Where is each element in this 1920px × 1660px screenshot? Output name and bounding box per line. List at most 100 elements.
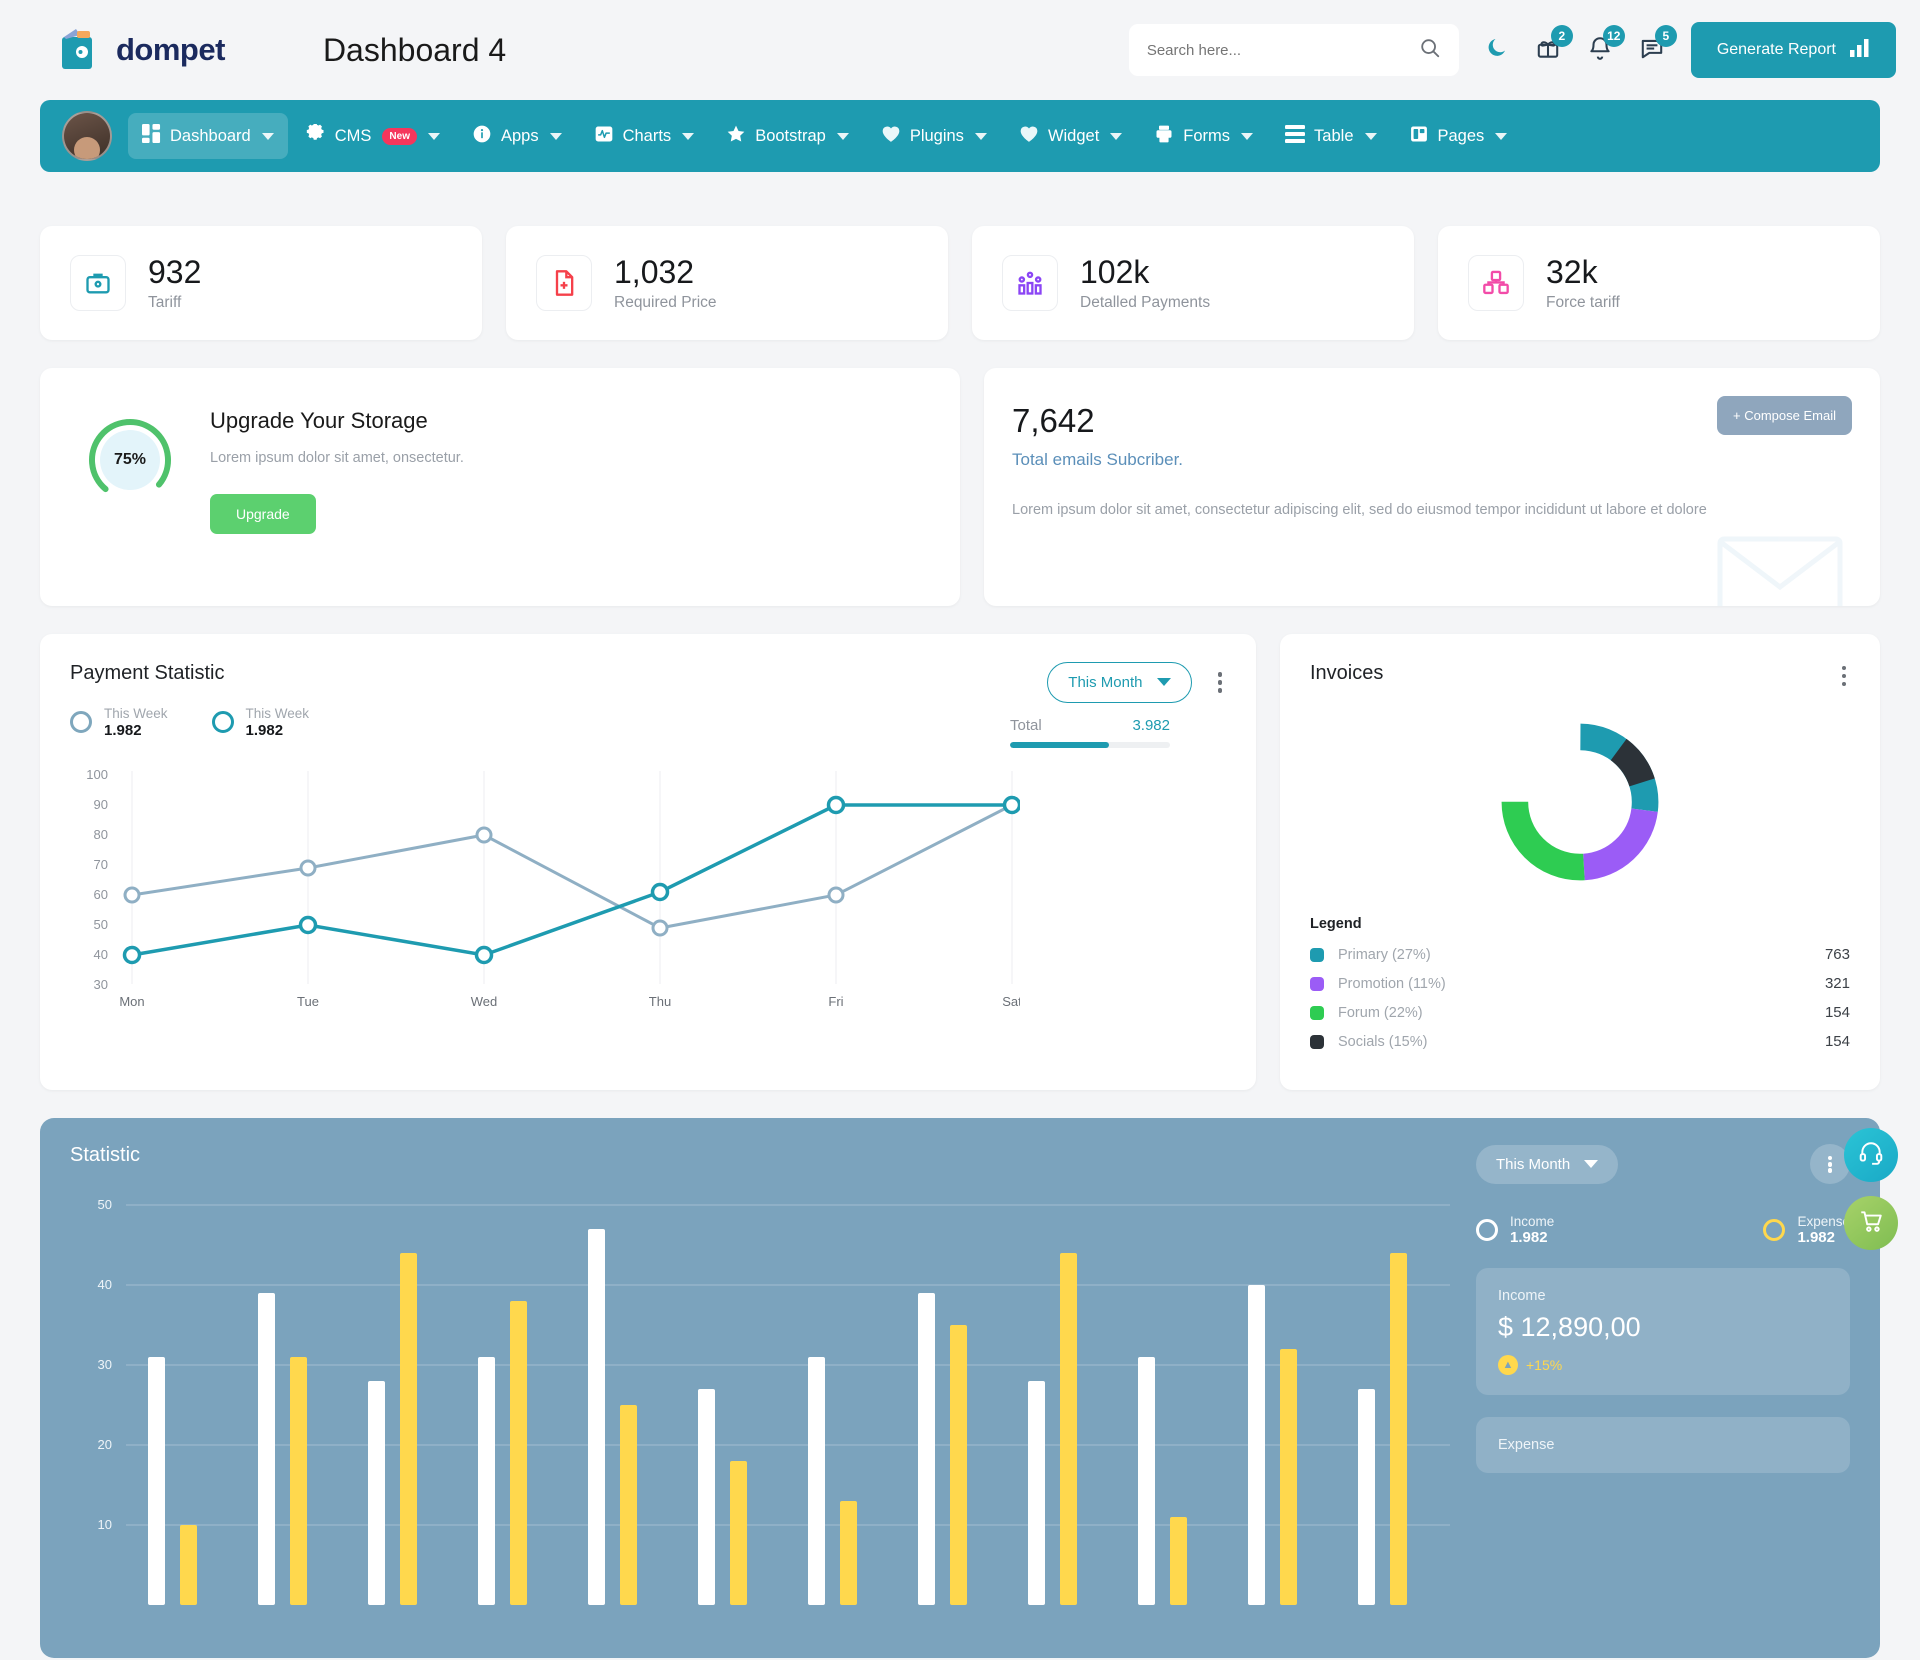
- svg-text:90: 90: [94, 797, 108, 812]
- stat-card-required-price[interactable]: 1,032 Required Price: [506, 226, 948, 340]
- legend-label: Forum (22%): [1338, 1004, 1423, 1021]
- legend-item[interactable]: Primary (27%) 763: [1310, 946, 1850, 963]
- chevron-down-icon: [549, 132, 562, 140]
- legend-label: Promotion (11%): [1338, 975, 1446, 992]
- boxes-icon: [1468, 254, 1524, 311]
- stat-value: 32k: [1546, 254, 1598, 290]
- legend-name: This Week: [245, 705, 310, 721]
- support-fab-button[interactable]: [1844, 1128, 1898, 1182]
- svg-text:60: 60: [94, 887, 108, 902]
- statistic-bar-chart: Statistic 50 40 30 20 10: [70, 1144, 1450, 1632]
- stat-card-detailed-payments[interactable]: 102k Detalled Payments: [972, 226, 1414, 340]
- user-avatar[interactable]: [62, 111, 112, 161]
- heart-icon: [881, 124, 901, 148]
- compose-email-button[interactable]: + Compose Email: [1717, 395, 1852, 435]
- nav-item-apps[interactable]: Apps: [458, 113, 576, 160]
- nav-item-cms[interactable]: CMS New: [292, 113, 454, 160]
- invoices-menu-button[interactable]: [1838, 662, 1851, 691]
- cart-fab-button[interactable]: [1844, 1196, 1898, 1250]
- legend-item[interactable]: This Week 1.982: [211, 705, 310, 740]
- statistic-panel: Statistic 50 40 30 20 10 This Month Inco…: [40, 1118, 1880, 1659]
- statistic-legend: Income 1.982 Expense 1.982: [1476, 1214, 1850, 1246]
- statistic-title: Statistic: [70, 1144, 141, 1167]
- nav-item-charts[interactable]: Charts: [580, 113, 709, 160]
- statistic-range-select[interactable]: This Month: [1476, 1144, 1619, 1184]
- generate-report-button[interactable]: Generate Report: [1690, 22, 1896, 78]
- stat-card-force-tariff[interactable]: 32k Force tariff: [1438, 226, 1880, 340]
- stat-value: 1,032: [614, 254, 695, 290]
- payment-statistic-card: Payment Statistic This Week 1.982 This W…: [40, 633, 1256, 1091]
- envelope-icon: [1716, 531, 1844, 606]
- arrow-up-icon: ▲: [1498, 1355, 1518, 1376]
- income-summary-card: Income $ 12,890,00 ▲ +15%: [1476, 1268, 1850, 1396]
- nav-item-dashboard[interactable]: Dashboard: [128, 113, 288, 159]
- stat-cards-row: 932 Tariff 1,032 Required Price 102k Det…: [40, 226, 1880, 340]
- income-delta-value: +15%: [1526, 1357, 1563, 1374]
- legend-color-swatch: [1310, 947, 1324, 962]
- nav-label: Table: [1314, 126, 1354, 145]
- gift-badge: 2: [1550, 24, 1573, 47]
- svg-text:20: 20: [98, 1437, 112, 1452]
- nav-item-pages[interactable]: Pages: [1395, 113, 1522, 160]
- list-icon: [1285, 124, 1306, 148]
- svg-text:Thu: Thu: [649, 994, 671, 1009]
- stat-card-tariff[interactable]: 932 Tariff: [40, 226, 482, 340]
- nav-label: Charts: [622, 126, 672, 145]
- legend-item-expense[interactable]: Expense 1.982: [1763, 1214, 1850, 1246]
- chevron-down-icon: [836, 132, 849, 140]
- book-icon: [1409, 124, 1429, 149]
- nav-item-plugins[interactable]: Plugins: [867, 113, 1001, 159]
- legend-item-income[interactable]: Income 1.982: [1476, 1214, 1554, 1246]
- svg-text:40: 40: [94, 947, 108, 962]
- briefcase-icon: [70, 254, 126, 311]
- notifications-button[interactable]: 12: [1587, 24, 1625, 66]
- stat-label: Force tariff: [1546, 293, 1620, 311]
- legend-item[interactable]: Promotion (11%) 321: [1310, 975, 1850, 992]
- message-badge: 5: [1654, 24, 1677, 47]
- upgrade-storage-card: 75% Upgrade Your Storage Lorem ipsum dol…: [40, 367, 960, 606]
- svg-text:40: 40: [98, 1277, 112, 1292]
- cart-icon: [1858, 1208, 1884, 1239]
- upgrade-button[interactable]: Upgrade: [210, 493, 316, 534]
- chevron-down-icon: [1110, 132, 1123, 140]
- chevron-down-icon: [1156, 678, 1171, 687]
- legend-value: 1.982: [245, 722, 284, 740]
- nav-item-forms[interactable]: Forms: [1140, 113, 1267, 160]
- payment-legend: This Week 1.982 This Week 1.982: [70, 705, 310, 740]
- legend-item[interactable]: Socials (15%) 154: [1310, 1033, 1850, 1050]
- payment-menu-button[interactable]: [1214, 668, 1227, 697]
- legend-name: Income: [1510, 1214, 1555, 1230]
- nav-item-bootstrap[interactable]: Bootstrap: [712, 113, 863, 160]
- legend-item[interactable]: This Week 1.982: [70, 705, 168, 739]
- search-icon[interactable]: [1419, 37, 1441, 64]
- messages-button[interactable]: 5: [1639, 24, 1677, 66]
- svg-text:30: 30: [98, 1357, 112, 1372]
- svg-text:50: 50: [98, 1197, 112, 1212]
- legend-label: Socials (15%): [1338, 1033, 1428, 1050]
- payment-range-value: This Month: [1068, 673, 1143, 691]
- generate-report-label: Generate Report: [1716, 41, 1836, 58]
- legend-color-swatch: [1310, 976, 1324, 991]
- app-header: dompet Dashboard 4 2: [0, 0, 1920, 100]
- email-subscriber-card: 7,642 Total emails Subcriber. Lorem ipsu…: [984, 367, 1880, 606]
- nav-label: Bootstrap: [755, 126, 826, 145]
- printer-icon: [1154, 124, 1174, 149]
- income-label: Income: [1498, 1288, 1546, 1305]
- gifts-button[interactable]: 2: [1535, 24, 1573, 66]
- legend-item[interactable]: Forum (22%) 154: [1310, 1004, 1850, 1021]
- pulse-icon: [594, 124, 614, 149]
- email-description: Lorem ipsum dolor sit amet, consectetur …: [1012, 501, 1707, 518]
- storage-percent: 75%: [113, 450, 147, 468]
- nav-item-widget[interactable]: Widget: [1005, 113, 1136, 159]
- star-icon: [726, 124, 746, 149]
- chevron-down-icon: [261, 132, 274, 140]
- nav-item-table[interactable]: Table: [1271, 114, 1390, 159]
- brand-name: dompet: [116, 32, 225, 67]
- invoices-card: Invoices Legend Primary (27%) 763 Promot…: [1280, 633, 1880, 1091]
- search-box[interactable]: [1128, 24, 1459, 76]
- payment-range-select[interactable]: This Month: [1047, 661, 1192, 703]
- dark-mode-toggle[interactable]: [1485, 36, 1509, 65]
- brand-logo[interactable]: dompet: [60, 27, 225, 73]
- income-delta: ▲ +15%: [1498, 1355, 1828, 1376]
- search-input[interactable]: [1146, 41, 1419, 59]
